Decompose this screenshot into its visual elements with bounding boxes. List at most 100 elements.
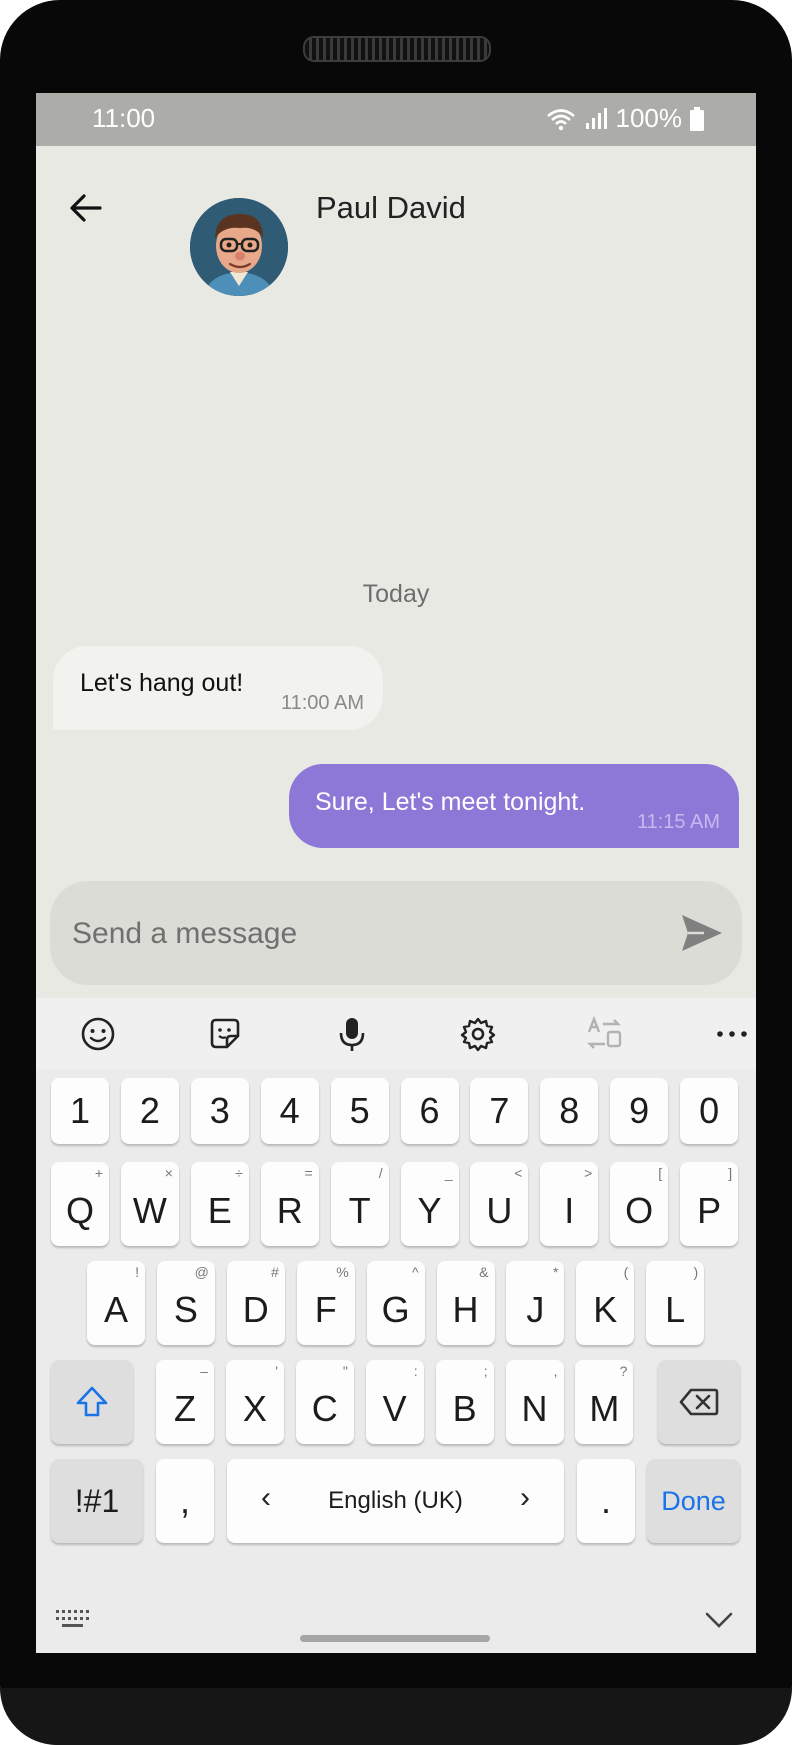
key-label: C	[311, 1388, 338, 1429]
key-3[interactable]: 3	[190, 1078, 249, 1144]
key-label: 3	[209, 1090, 230, 1131]
key-7[interactable]: 7	[470, 1078, 529, 1144]
key-secondary-label: '	[275, 1363, 278, 1379]
contact-avatar[interactable]	[190, 198, 288, 296]
key-secondary-label: )	[693, 1264, 699, 1280]
key-label: .	[600, 1480, 611, 1521]
key-e[interactable]: E ÷	[190, 1162, 249, 1246]
key-label: Done	[661, 1485, 726, 1516]
key-secondary-label: "	[342, 1363, 348, 1379]
keyboard-bottom-bar	[36, 1588, 756, 1653]
chevron-right-icon: ›	[520, 1481, 530, 1514]
message-bubble-incoming[interactable]: Let's hang out! 11:00 AM	[53, 646, 383, 730]
key-d[interactable]: D #	[226, 1261, 285, 1345]
keyboard-switch-icon[interactable]	[54, 1606, 90, 1634]
key-secondary-label: :	[413, 1363, 418, 1379]
key-z[interactable]: Z –	[156, 1360, 214, 1444]
send-icon[interactable]	[680, 913, 724, 953]
key-secondary-label: ,	[553, 1363, 558, 1379]
key-label: W	[132, 1190, 167, 1231]
backspace-key[interactable]	[658, 1360, 740, 1444]
key-f[interactable]: F%	[296, 1261, 355, 1345]
microphone-icon[interactable]	[330, 1012, 374, 1056]
sticker-icon[interactable]	[203, 1012, 247, 1056]
key-x[interactable]: X '	[225, 1360, 284, 1444]
message-input[interactable]	[70, 905, 654, 963]
translate-icon[interactable]	[582, 1012, 626, 1056]
key-label: K	[593, 1289, 618, 1330]
hide-keyboard-icon[interactable]	[704, 1606, 734, 1634]
key-4[interactable]: 4	[260, 1078, 319, 1144]
key-b[interactable]: B;	[435, 1360, 494, 1444]
key-2[interactable]: 2	[120, 1078, 179, 1144]
key-k[interactable]: K(	[576, 1261, 635, 1345]
key-label: Z	[174, 1388, 196, 1429]
settings-icon[interactable]	[456, 1012, 500, 1056]
key-label: English (UK)	[328, 1487, 463, 1514]
period-key[interactable]: .	[577, 1459, 635, 1543]
key-secondary-label: <	[514, 1165, 523, 1181]
key-0[interactable]: 0	[680, 1078, 739, 1144]
key-secondary-label: >	[584, 1165, 593, 1181]
key-label: N	[521, 1388, 548, 1429]
back-arrow-icon[interactable]	[64, 186, 108, 230]
key-secondary-label: _	[444, 1165, 453, 1181]
key-v[interactable]: V:	[365, 1360, 424, 1444]
key-9[interactable]: 9	[610, 1078, 669, 1144]
home-indicator[interactable]	[300, 1635, 490, 1642]
key-secondary-label: –	[200, 1363, 208, 1379]
key-c[interactable]: C "	[295, 1360, 354, 1444]
key-l[interactable]: L)	[646, 1261, 705, 1345]
key-r[interactable]: R =	[260, 1162, 319, 1246]
key-label: S	[173, 1289, 198, 1330]
key-w[interactable]: W ×	[120, 1162, 179, 1246]
contact-name[interactable]: Paul David	[316, 190, 466, 226]
key-1[interactable]: 1	[51, 1078, 109, 1144]
key-secondary-label: &	[479, 1264, 489, 1280]
message-text: Let's hang out!	[80, 669, 244, 697]
space-bar-key[interactable]: ‹ English (UK) ›	[227, 1459, 564, 1543]
emoji-icon[interactable]	[76, 1012, 120, 1056]
key-m[interactable]: M?	[575, 1360, 634, 1444]
key-u[interactable]: U <	[470, 1162, 529, 1246]
key-i[interactable]: I >	[540, 1162, 599, 1246]
key-label: 7	[489, 1090, 510, 1131]
key-secondary-label: @	[194, 1264, 209, 1280]
key-8[interactable]: 8	[540, 1078, 599, 1144]
key-t[interactable]: T /	[330, 1162, 389, 1246]
key-o[interactable]: O[	[610, 1162, 669, 1246]
key-label: F	[314, 1289, 337, 1330]
more-icon[interactable]	[710, 1012, 754, 1056]
message-bubble-outgoing[interactable]: Sure, Let's meet tonight. 11:15 AM	[289, 764, 739, 848]
key-a[interactable]: A!	[87, 1261, 145, 1345]
key-secondary-label: *	[552, 1264, 559, 1280]
key-label: R	[276, 1190, 303, 1231]
key-g[interactable]: G ^	[366, 1261, 425, 1345]
shift-key[interactable]	[51, 1360, 133, 1444]
key-q[interactable]: Q +	[51, 1162, 109, 1246]
key-secondary-label: #	[271, 1264, 279, 1280]
symbols-key[interactable]: !#1	[51, 1459, 143, 1543]
key-n[interactable]: N,	[505, 1360, 564, 1444]
key-s[interactable]: S @	[156, 1261, 215, 1345]
key-6[interactable]: 6	[400, 1078, 459, 1144]
key-5[interactable]: 5	[330, 1078, 389, 1144]
comma-key[interactable]: ,	[156, 1459, 214, 1543]
key-y[interactable]: Y _	[400, 1162, 459, 1246]
key-secondary-label: /	[378, 1165, 383, 1181]
date-separator: Today	[362, 580, 430, 608]
key-p[interactable]: P]	[680, 1162, 739, 1246]
key-label: H	[452, 1289, 479, 1330]
key-label: 6	[419, 1090, 440, 1131]
battery-icon	[690, 106, 704, 131]
key-secondary-label: !	[135, 1264, 139, 1280]
key-h[interactable]: H &	[436, 1261, 495, 1345]
done-key[interactable]: Done	[647, 1459, 740, 1543]
screen: 11:00 100% Paul David Today Let's hang o…	[36, 93, 756, 1653]
wifi-icon	[546, 108, 575, 130]
key-j[interactable]: J *	[506, 1261, 565, 1345]
key-label: P	[697, 1190, 722, 1231]
key-secondary-label: ]	[728, 1165, 733, 1181]
key-label: G	[381, 1289, 410, 1330]
key-label: L	[665, 1289, 686, 1330]
